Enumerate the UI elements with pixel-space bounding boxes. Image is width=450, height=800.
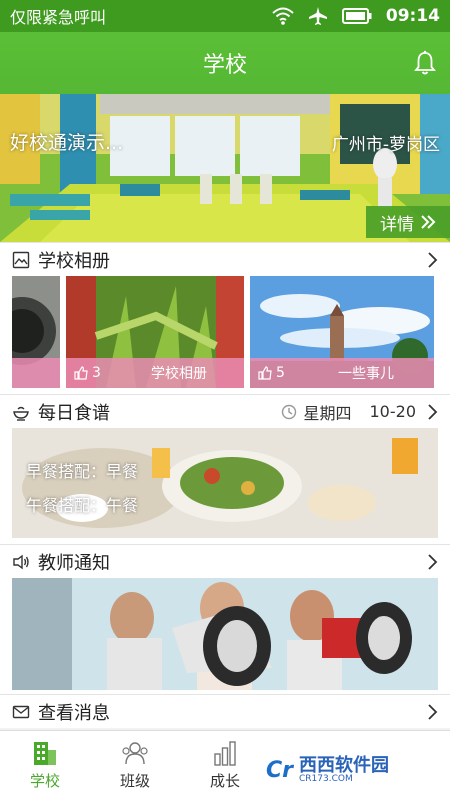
- megaphone-photo: [12, 578, 438, 690]
- tab-school[interactable]: 学校: [0, 731, 90, 800]
- menu-section-header[interactable]: 每日食谱 星期四 10-20: [0, 394, 450, 428]
- album-caption: 5 一些事儿: [250, 358, 434, 388]
- chevron-right-icon: [428, 553, 438, 570]
- school-name: 好校通演示...: [10, 132, 124, 154]
- menu-section-title: 每日食谱: [38, 402, 110, 424]
- tab-growth[interactable]: 成长: [180, 731, 270, 800]
- chevron-right-icon: [428, 403, 438, 420]
- speaker-icon: [13, 554, 29, 569]
- messages-section-title: 查看消息: [38, 702, 110, 724]
- bowl-icon: [13, 406, 29, 421]
- thumbs-up-icon: [258, 366, 272, 380]
- bell-icon[interactable]: [414, 50, 436, 76]
- clock-time: 09:14: [385, 6, 440, 26]
- building-icon: [34, 742, 56, 765]
- breakfast-text: 早餐搭配：早餐: [26, 462, 139, 481]
- album-card-partial[interactable]: [12, 276, 60, 388]
- tab-class[interactable]: 班级: [90, 731, 180, 800]
- album-section-title: 学校相册: [38, 250, 110, 272]
- carrier-text: 仅限紧急呼叫: [10, 8, 107, 27]
- menu-date: 星期四 10-20: [281, 400, 416, 424]
- wifi-icon: [272, 7, 294, 25]
- thumbs-up-icon: [74, 366, 88, 380]
- airplane-icon: [308, 7, 327, 25]
- page-title: 学校: [202, 53, 247, 78]
- watermark-brand: 西西软件园: [299, 754, 389, 776]
- watermark-site: CR173.COM: [299, 773, 353, 784]
- album-caption: [12, 358, 60, 388]
- album-name: 学校相册: [151, 366, 207, 382]
- status-bar: 仅限紧急呼叫 09:14: [0, 0, 450, 32]
- notice-image: [12, 578, 438, 690]
- menu-card[interactable]: 早餐搭配：早餐 午餐搭配：午餐: [0, 428, 450, 544]
- tab-label: 学校: [29, 772, 60, 790]
- album-card[interactable]: 3 学校相册: [66, 276, 244, 388]
- picture-icon: [12, 251, 30, 268]
- double-chevron-right-icon: [421, 215, 436, 229]
- album-carousel[interactable]: 3 学校相册 5 一些事儿: [0, 276, 450, 394]
- district-label: 广州市-萝岗区: [331, 135, 440, 155]
- envelope-icon: [12, 705, 30, 718]
- album-name: 一些事儿: [338, 366, 394, 382]
- album-card[interactable]: 5 一些事儿: [250, 276, 434, 388]
- bar-chart-icon: [214, 741, 236, 766]
- battery-icon: [341, 8, 372, 24]
- notice-card[interactable]: [0, 578, 450, 694]
- menu-weekday: 星期四: [303, 403, 352, 423]
- messages-section-header[interactable]: 查看消息: [0, 694, 450, 728]
- people-icon: [122, 742, 148, 765]
- chevron-right-icon: [428, 251, 438, 268]
- details-button[interactable]: 详情: [366, 206, 450, 238]
- notice-section-header[interactable]: 教师通知: [0, 544, 450, 578]
- album-caption: 3 学校相册: [66, 358, 244, 388]
- school-banner[interactable]: 好校通演示... 广州市-萝岗区 详情: [0, 94, 450, 242]
- menu-date-value: 10-20: [369, 402, 417, 421]
- meal-image: [12, 428, 438, 538]
- clock-icon: [282, 404, 297, 419]
- app-header: 学校: [0, 32, 450, 94]
- album-section-header[interactable]: 学校相册: [0, 242, 450, 276]
- food-photo: [12, 428, 438, 538]
- details-label: 详情: [380, 214, 414, 235]
- lunch-text: 午餐搭配：午餐: [26, 496, 139, 515]
- watermark-mark: Cr: [266, 757, 293, 783]
- album-like-count: 5: [276, 365, 285, 381]
- chevron-right-icon: [428, 703, 438, 720]
- tab-label: 班级: [119, 772, 150, 790]
- watermark-logo: Cr 西西软件园 CR173.COM: [258, 752, 432, 788]
- tab-label: 成长: [209, 772, 240, 790]
- album-like-count: 3: [92, 365, 101, 381]
- notice-section-title: 教师通知: [38, 552, 110, 574]
